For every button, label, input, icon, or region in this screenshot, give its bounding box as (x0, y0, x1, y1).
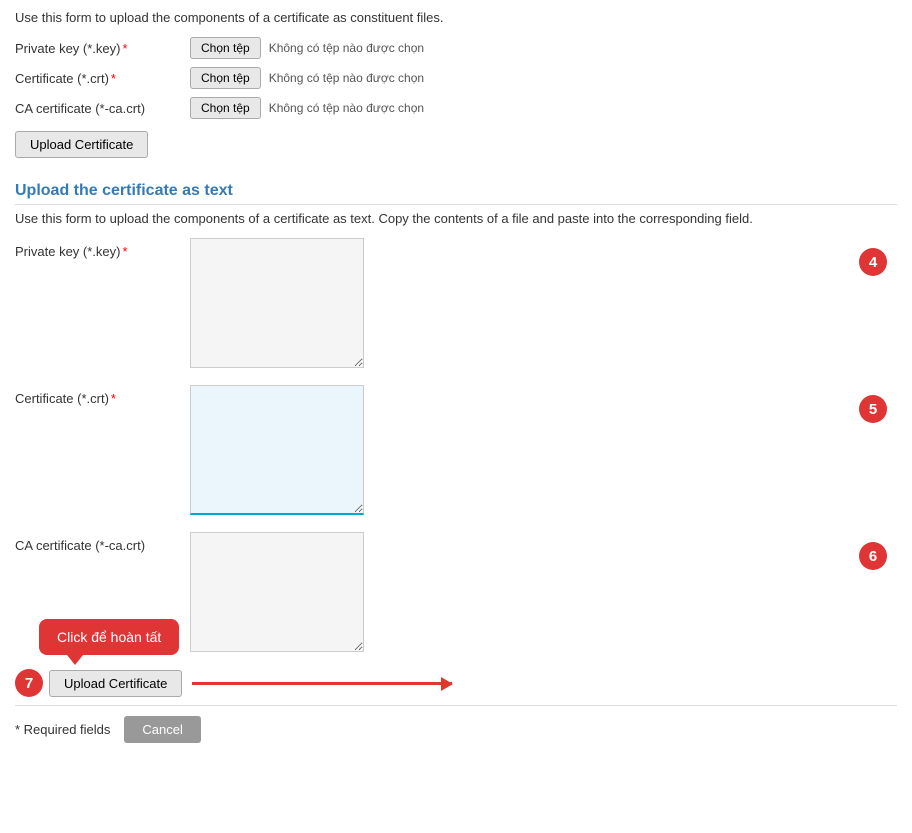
label-certificate: Certificate (*.crt)* (15, 71, 190, 86)
no-file-label-private-key: Không có tệp nào được chọn (269, 41, 424, 55)
tooltip-wrapper: Click để hoàn tất Upload Certificate (49, 670, 182, 697)
intro-files-text: Use this form to upload the components o… (15, 10, 897, 25)
upload-certificate-btn-2[interactable]: Upload Certificate (49, 670, 182, 697)
required-star-private-key: * (122, 41, 127, 56)
textarea-wrapper-ca-certificate: 6 (190, 532, 897, 655)
bottom-section: * Required fields Cancel (15, 705, 897, 743)
choose-file-btn-certificate[interactable]: Chọn tệp (190, 67, 261, 89)
file-row-ca-certificate: CA certificate (*-ca.crt) Chọn tệp Không… (15, 97, 897, 119)
arrow-container (192, 682, 452, 685)
text-label-certificate-text: Certificate (*.crt)* (15, 385, 190, 406)
upload-certificate-btn-1[interactable]: Upload Certificate (15, 131, 148, 158)
arrow-line (192, 682, 452, 685)
upload-section-2: 7 Click để hoàn tất Upload Certificate (15, 669, 897, 697)
text-intro: Use this form to upload the components o… (15, 211, 897, 226)
required-star-certificate: * (111, 71, 116, 86)
badge-6: 6 (859, 542, 887, 570)
file-upload-section: Private key (*.key)* Chọn tệp Không có t… (15, 37, 897, 172)
badge-4: 4 (859, 248, 887, 276)
ca-certificate-textarea[interactable] (190, 532, 364, 652)
choose-file-btn-private-key[interactable]: Chọn tệp (190, 37, 261, 59)
text-label-ca-certificate-text: CA certificate (*-ca.crt) (15, 532, 190, 553)
required-fields-note: * Required fields (15, 722, 110, 737)
file-row-certificate: Certificate (*.crt)* Chọn tệp Không có t… (15, 67, 897, 89)
cancel-button[interactable]: Cancel (124, 716, 200, 743)
upload-btn-row: 7 Click để hoàn tất Upload Certificate (15, 669, 897, 697)
certificate-textarea[interactable] (190, 385, 364, 515)
badge-5: 5 (859, 395, 887, 423)
text-row-certificate: Certificate (*.crt)* 5 (15, 385, 897, 518)
choose-file-btn-ca-certificate[interactable]: Chọn tệp (190, 97, 261, 119)
text-label-private-key: Private key (*.key)* (15, 238, 190, 259)
badge-7: 7 (15, 669, 43, 697)
tooltip-bubble: Click để hoàn tất (39, 619, 179, 655)
file-row-private-key: Private key (*.key)* Chọn tệp Không có t… (15, 37, 897, 59)
text-row-private-key: Private key (*.key)* 4 (15, 238, 897, 371)
textarea-wrapper-private-key: 4 (190, 238, 897, 371)
no-file-label-ca-certificate: Không có tệp nào được chọn (269, 101, 424, 115)
required-star-text-private-key: * (122, 244, 127, 259)
section-title: Upload the certificate as text (15, 182, 897, 205)
no-file-label-certificate: Không có tệp nào được chọn (269, 71, 424, 85)
label-ca-certificate: CA certificate (*-ca.crt) (15, 101, 190, 116)
textarea-wrapper-certificate: 5 (190, 385, 897, 518)
required-star-text-certificate: * (111, 391, 116, 406)
private-key-textarea[interactable] (190, 238, 364, 368)
label-private-key: Private key (*.key)* (15, 41, 190, 56)
